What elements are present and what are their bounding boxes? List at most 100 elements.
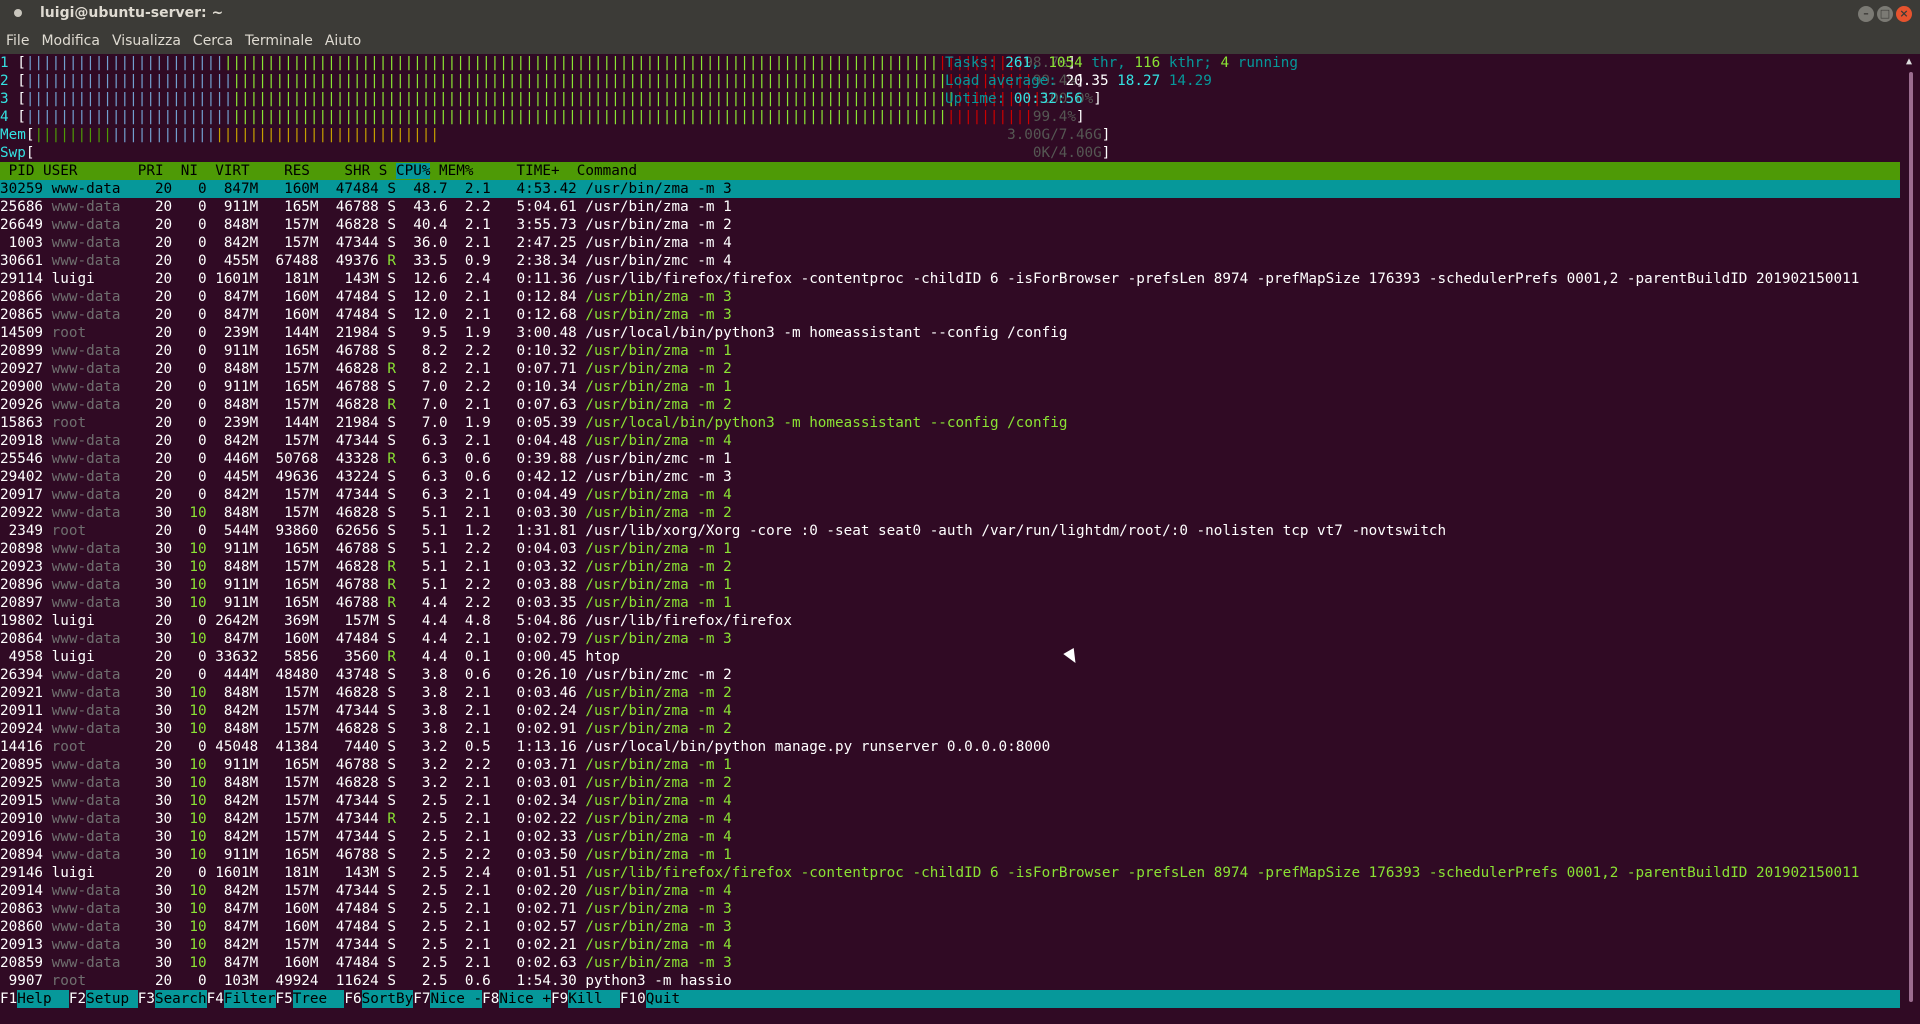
fkey-label-f8[interactable]: Nice + (499, 990, 551, 1008)
pid[interactable]: 20915 (0, 793, 52, 809)
fkey-f2[interactable]: F2 (68, 990, 87, 1008)
pid[interactable]: 20860 (0, 919, 52, 935)
process-row[interactable]: 20863 www-data 30 10 847M 160M 47484 S 2… (0, 900, 732, 918)
fkey-label-f6[interactable]: SortBy (362, 990, 414, 1008)
fkey-label-f7[interactable]: Nice - (430, 990, 482, 1008)
fkey-label-f10[interactable]: Quit (646, 990, 680, 1008)
pid[interactable]: 19802 (0, 613, 52, 629)
col-state[interactable]: S (370, 163, 396, 179)
col-pri[interactable]: PRI (121, 163, 164, 179)
window-titlebar[interactable]: luigi@ubuntu-server: ~ – □ × (0, 0, 1920, 28)
process-row[interactable]: 29146 luigi 20 0 1601M 181M 143M S 2.5 2… (0, 864, 1859, 882)
process-row[interactable]: 30259 www-data 20 0 847M 160M 47484 S 48… (0, 180, 1900, 198)
col-pid[interactable]: PID (0, 163, 43, 179)
process-row[interactable]: 25686 www-data 20 0 911M 165M 46788 S 43… (0, 198, 732, 216)
process-row[interactable]: 20865 www-data 20 0 847M 160M 47484 S 12… (0, 306, 732, 324)
fkey-label-f5[interactable]: Tree (293, 990, 345, 1008)
fkey-f8[interactable]: F8 (482, 990, 500, 1008)
col-shr[interactable]: SHR (310, 163, 370, 179)
process-row[interactable]: 14416 root 20 0 45048 41384 7440 S 3.2 0… (0, 738, 1050, 756)
pid[interactable]: 2349 (0, 523, 52, 539)
process-row[interactable]: 20896 www-data 30 10 911M 165M 46788 R 5… (0, 576, 732, 594)
process-row[interactable]: 20894 www-data 30 10 911M 165M 46788 S 2… (0, 846, 732, 864)
process-row[interactable]: 20917 www-data 20 0 842M 157M 47344 S 6.… (0, 486, 732, 504)
process-row[interactable]: 20898 www-data 30 10 911M 165M 46788 S 5… (0, 540, 732, 558)
fkey-label-f4[interactable]: Filter (224, 990, 276, 1008)
col-ni[interactable]: NI (164, 163, 198, 179)
col-cpu-sorted[interactable]: CPU% (396, 163, 431, 179)
process-row[interactable]: 20864 www-data 30 10 847M 160M 47484 S 4… (0, 630, 732, 648)
pid[interactable]: 30259 (0, 181, 52, 197)
minimize-icon[interactable]: – (1858, 6, 1874, 22)
pid[interactable]: 20916 (0, 829, 52, 845)
pid[interactable]: 26394 (0, 667, 52, 683)
pid[interactable]: 20910 (0, 811, 52, 827)
col-user[interactable]: USER (43, 163, 120, 179)
process-row[interactable]: 20897 www-data 30 10 911M 165M 46788 R 4… (0, 594, 732, 612)
pid[interactable]: 29402 (0, 469, 52, 485)
process-row[interactable]: 14509 root 20 0 239M 144M 21984 S 9.5 1.… (0, 324, 1067, 342)
pid[interactable]: 20863 (0, 901, 52, 917)
pid[interactable]: 29114 (0, 271, 52, 287)
fkey-f5[interactable]: F5 (275, 990, 293, 1008)
terminal-area[interactable]: 1 [|||||||||||||||||||||||||||||||||||||… (0, 54, 1902, 1008)
pid[interactable]: 20925 (0, 775, 52, 791)
fkey-f7[interactable]: F7 (413, 990, 431, 1008)
process-row[interactable]: 19802 luigi 20 0 2642M 369M 157M S 4.4 4… (0, 612, 792, 630)
col-command[interactable]: Command (560, 163, 637, 179)
process-row[interactable]: 20922 www-data 30 10 848M 157M 46828 S 5… (0, 504, 732, 522)
pid[interactable]: 20898 (0, 541, 52, 557)
menu-cerca[interactable]: Cerca (187, 33, 239, 49)
process-row[interactable]: 20926 www-data 20 0 848M 157M 46828 R 7.… (0, 396, 732, 414)
pid[interactable]: 20897 (0, 595, 52, 611)
fkey-f1[interactable]: F1 (0, 990, 18, 1008)
process-row[interactable]: 20918 www-data 20 0 842M 157M 47344 S 6.… (0, 432, 732, 450)
maximize-icon[interactable]: □ (1877, 6, 1893, 22)
process-row[interactable]: 20859 www-data 30 10 847M 160M 47484 S 2… (0, 954, 732, 972)
pid[interactable]: 20917 (0, 487, 52, 503)
pid[interactable]: 9907 (0, 973, 52, 989)
fkey-label-f9[interactable]: Kill (568, 990, 620, 1008)
menu-aiuto[interactable]: Aiuto (319, 33, 367, 49)
pid[interactable]: 20923 (0, 559, 52, 575)
process-row[interactable]: 30661 www-data 20 0 455M 67488 49376 R 3… (0, 252, 732, 270)
fkey-label-f2[interactable]: Setup (86, 990, 138, 1008)
process-row[interactable]: 20895 www-data 30 10 911M 165M 46788 S 3… (0, 756, 732, 774)
pid[interactable]: 25686 (0, 199, 52, 215)
process-row[interactable]: 20924 www-data 30 10 848M 157M 46828 S 3… (0, 720, 732, 738)
process-row[interactable]: 20911 www-data 30 10 842M 157M 47344 S 3… (0, 702, 732, 720)
menu-visualizza[interactable]: Visualizza (106, 33, 187, 49)
pid[interactable]: 20927 (0, 361, 52, 377)
col-mem[interactable]: MEM% (430, 163, 473, 179)
process-row[interactable]: 20921 www-data 30 10 848M 157M 46828 S 3… (0, 684, 732, 702)
fkey-f4[interactable]: F4 (206, 990, 224, 1008)
pid[interactable]: 4958 (0, 649, 52, 665)
pid[interactable]: 26649 (0, 217, 52, 233)
process-row[interactable]: 20925 www-data 30 10 848M 157M 46828 S 3… (0, 774, 732, 792)
process-row[interactable]: 20900 www-data 20 0 911M 165M 46788 S 7.… (0, 378, 732, 396)
process-row[interactable]: 9907 root 20 0 103M 49924 11624 S 2.5 0.… (0, 972, 732, 990)
pid[interactable]: 20926 (0, 397, 52, 413)
process-row[interactable]: 29402 www-data 20 0 445M 49636 43224 S 6… (0, 468, 732, 486)
pid[interactable]: 29146 (0, 865, 52, 881)
pid[interactable]: 20913 (0, 937, 52, 953)
col-res[interactable]: RES (250, 163, 310, 179)
col-time[interactable]: TIME+ (474, 163, 560, 179)
process-row[interactable]: 26394 www-data 20 0 444M 48480 43748 S 3… (0, 666, 732, 684)
fkey-f9[interactable]: F9 (551, 990, 569, 1008)
process-row[interactable]: 25546 www-data 20 0 446M 50768 43328 R 6… (0, 450, 732, 468)
pid[interactable]: 20922 (0, 505, 52, 521)
process-row[interactable]: 26649 www-data 20 0 848M 157M 46828 S 40… (0, 216, 732, 234)
menu-terminale[interactable]: Terminale (239, 33, 319, 49)
pid[interactable]: 20864 (0, 631, 52, 647)
process-row[interactable]: 20899 www-data 20 0 911M 165M 46788 S 8.… (0, 342, 732, 360)
pid[interactable]: 20866 (0, 289, 52, 305)
fkey-f3[interactable]: F3 (137, 990, 155, 1008)
pid[interactable]: 20900 (0, 379, 52, 395)
pid[interactable]: 20921 (0, 685, 52, 701)
fkey-label-f3[interactable]: Search (155, 990, 207, 1008)
process-row[interactable]: 20916 www-data 30 10 842M 157M 47344 S 2… (0, 828, 732, 846)
scroll-up-icon[interactable]: ▲ (1906, 56, 1912, 67)
pid[interactable]: 20924 (0, 721, 52, 737)
pid[interactable]: 14509 (0, 325, 52, 341)
